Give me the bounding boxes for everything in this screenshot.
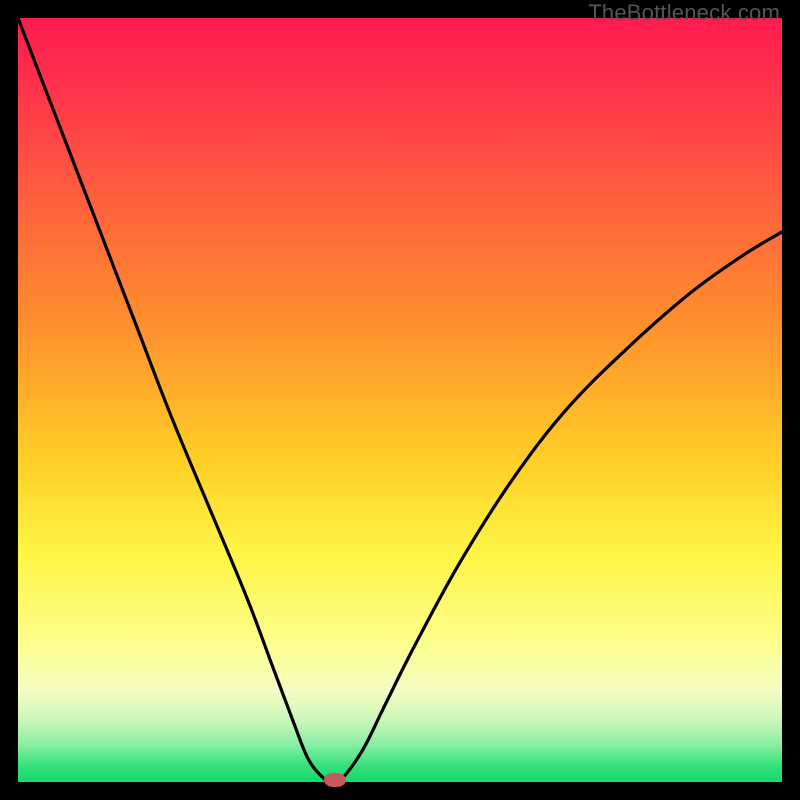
chart-curve-path: [18, 18, 782, 782]
chart-curve-svg: [18, 18, 782, 782]
chart-frame: [18, 18, 782, 782]
watermark-text: TheBottleneck.com: [588, 0, 780, 26]
chart-min-marker: [324, 773, 346, 787]
